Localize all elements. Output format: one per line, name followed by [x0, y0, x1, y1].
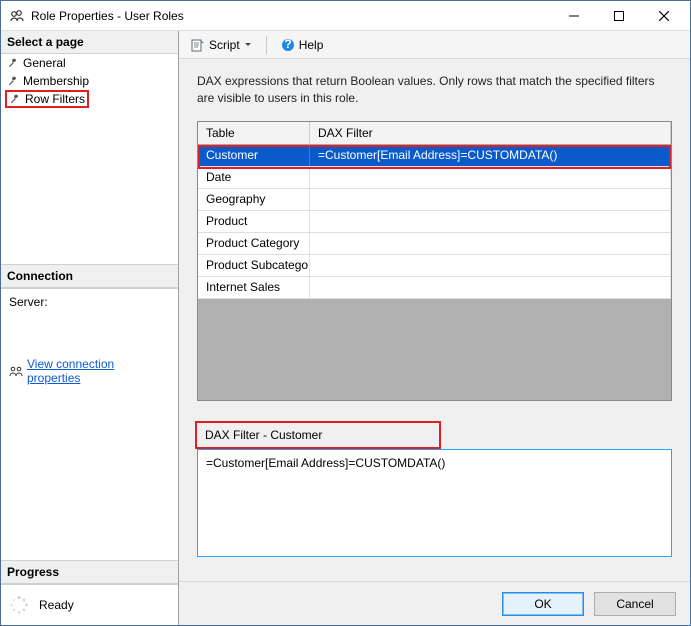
script-icon: [191, 38, 205, 52]
help-label: Help: [299, 38, 324, 52]
grid-row[interactable]: Product: [198, 211, 671, 233]
grid-header: Table DAX Filter: [198, 122, 671, 145]
cell-dax: [310, 233, 671, 254]
page-nav: General Membership Row Filters: [1, 54, 178, 264]
dropdown-icon: [244, 41, 252, 49]
link-text: View connection properties: [27, 357, 170, 385]
toolbar: Script ? Help: [179, 31, 690, 59]
col-header-table[interactable]: Table: [198, 122, 310, 144]
help-icon: ?: [281, 38, 295, 52]
progress-section: Ready: [1, 584, 178, 625]
grid-row[interactable]: Product Subcategory: [198, 255, 671, 277]
cell-table: Product Subcategory: [198, 255, 310, 276]
nav-item-row-filters[interactable]: Row Filters: [1, 90, 178, 108]
cell-dax: [310, 255, 671, 276]
connection-section: Server: View connection properties: [1, 288, 178, 560]
cell-dax: =Customer[Email Address]=CUSTOMDATA(): [310, 145, 671, 166]
grid-row[interactable]: Geography: [198, 189, 671, 211]
window-title: Role Properties - User Roles: [31, 9, 551, 23]
nav-item-general[interactable]: General: [1, 54, 178, 72]
grid-body: Customer =Customer[Email Address]=CUSTOM…: [198, 145, 671, 299]
cell-table: Date: [198, 167, 310, 188]
nav-label: Row Filters: [25, 92, 85, 106]
script-button[interactable]: Script: [187, 36, 256, 54]
dax-filter-label: DAX Filter - Customer: [197, 425, 439, 445]
wrench-icon: [7, 57, 19, 69]
cell-dax: [310, 189, 671, 210]
cancel-button[interactable]: Cancel: [594, 592, 676, 616]
connection-header: Connection: [1, 264, 178, 288]
grid-row[interactable]: Customer =Customer[Email Address]=CUSTOM…: [198, 145, 671, 167]
script-label: Script: [209, 38, 240, 52]
close-button[interactable]: [641, 2, 686, 30]
cell-table: Product: [198, 211, 310, 232]
dax-filter-section: DAX Filter - Customer =Customer[Email Ad…: [197, 423, 672, 557]
nav-label: General: [23, 56, 66, 70]
filter-grid: Table DAX Filter Customer =Customer[Emai…: [197, 121, 672, 401]
app-icon: [9, 8, 25, 24]
cell-dax: [310, 167, 671, 188]
dialog-body: Select a page General Membership Row Fil…: [1, 31, 690, 625]
connection-icon: [9, 365, 23, 377]
cell-dax: [310, 277, 671, 298]
grid-row[interactable]: Date: [198, 167, 671, 189]
svg-text:?: ?: [284, 38, 291, 51]
progress-header: Progress: [1, 560, 178, 584]
spinner-icon: [9, 595, 29, 615]
dialog-window: Role Properties - User Roles Select a pa…: [0, 0, 691, 626]
dax-filter-input[interactable]: =Customer[Email Address]=CUSTOMDATA(): [197, 449, 672, 557]
view-connection-link[interactable]: View connection properties: [9, 357, 170, 385]
dax-filter-value: =Customer[Email Address]=CUSTOMDATA(): [206, 456, 445, 470]
toolbar-separator: [266, 36, 267, 54]
dialog-footer: OK Cancel: [179, 581, 690, 625]
select-page-header: Select a page: [1, 31, 178, 54]
col-header-dax[interactable]: DAX Filter: [310, 122, 671, 144]
right-pane: Script ? Help DAX expressions that retur…: [179, 31, 690, 625]
titlebar: Role Properties - User Roles: [1, 1, 690, 31]
cell-table: Product Category: [198, 233, 310, 254]
wrench-icon: [7, 75, 19, 87]
maximize-button[interactable]: [596, 2, 641, 30]
ok-button[interactable]: OK: [502, 592, 584, 616]
cell-table: Geography: [198, 189, 310, 210]
wrench-icon: [9, 93, 21, 105]
description-text: DAX expressions that return Boolean valu…: [197, 73, 672, 107]
nav-highlight: Row Filters: [5, 90, 89, 108]
content-area: DAX expressions that return Boolean valu…: [179, 59, 690, 581]
cell-dax: [310, 211, 671, 232]
grid-row[interactable]: Product Category: [198, 233, 671, 255]
filter-label-highlight: DAX Filter - Customer: [195, 421, 441, 449]
server-label: Server:: [9, 295, 170, 309]
nav-item-membership[interactable]: Membership: [1, 72, 178, 90]
grid-row[interactable]: Internet Sales: [198, 277, 671, 299]
left-pane: Select a page General Membership Row Fil…: [1, 31, 179, 625]
cell-table: Customer: [198, 145, 310, 166]
progress-status: Ready: [39, 598, 74, 612]
cell-table: Internet Sales: [198, 277, 310, 298]
minimize-button[interactable]: [551, 2, 596, 30]
help-button[interactable]: ? Help: [277, 36, 328, 54]
nav-label: Membership: [23, 74, 89, 88]
